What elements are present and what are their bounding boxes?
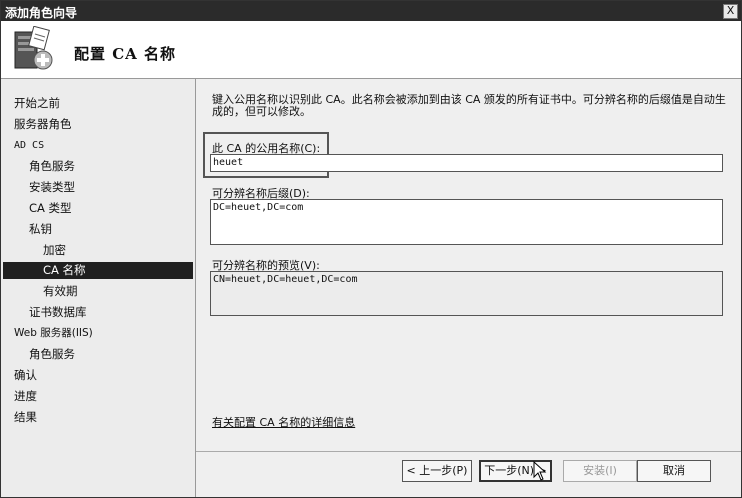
cancel-button[interactable]: 取消 (637, 460, 711, 482)
sidebar-item-role-services[interactable]: 角色服务 (29, 158, 75, 175)
sidebar-item-setup-type[interactable]: 安装类型 (29, 179, 75, 196)
sidebar-item-ca-type[interactable]: CA 类型 (29, 200, 72, 217)
add-roles-wizard-window: 添加角色向导 X 配置 CA 名称 开始之前 服务器角色 AD CS 角色服务 … (0, 0, 742, 498)
sidebar-item-progress[interactable]: 进度 (14, 388, 37, 405)
back-button[interactable]: < 上一步(P) (402, 460, 472, 482)
close-button[interactable]: X (723, 4, 738, 19)
ca-name-help-link[interactable]: 有关配置 CA 名称的详细信息 (212, 414, 355, 430)
sidebar-item-web-server-iis[interactable]: Web 服务器(IIS) (14, 325, 93, 342)
sidebar-item-iis-role-services[interactable]: 角色服务 (29, 346, 75, 363)
sidebar-item-private-key[interactable]: 私钥 (29, 221, 52, 238)
mouse-cursor-icon (533, 461, 547, 481)
title-bar[interactable]: 添加角色向导 X (1, 1, 741, 21)
sidebar-item-confirmation[interactable]: 确认 (14, 367, 37, 384)
page-title: 配置 CA 名称 (74, 45, 177, 63)
window-title: 添加角色向导 (5, 6, 78, 20)
sidebar-item-ad-cs[interactable]: AD CS (14, 137, 44, 154)
dn-preview-box: CN=heuet,DC=heuet,DC=com (210, 271, 723, 316)
sidebar-item-validity-period[interactable]: 有效期 (43, 283, 78, 300)
sidebar-item-server-roles[interactable]: 服务器角色 (14, 116, 72, 133)
server-certificate-icon (14, 26, 53, 70)
dn-suffix-textarea[interactable]: DC=heuet,DC=com (210, 199, 723, 245)
sidebar-item-certificate-database[interactable]: 证书数据库 (29, 304, 87, 321)
wizard-content: 键入公用名称以识别此 CA。此名称会被添加到由该 CA 颁发的所有证书中。可分辨… (196, 79, 741, 497)
sidebar-item-before-you-begin[interactable]: 开始之前 (14, 95, 60, 112)
wizard-steps-sidebar: 开始之前 服务器角色 AD CS 角色服务 安装类型 CA 类型 私钥 加密 C… (1, 79, 196, 497)
footer-divider (196, 451, 741, 452)
sidebar-item-ca-name[interactable]: CA 名称 (3, 262, 193, 279)
wizard-header: 配置 CA 名称 (1, 21, 741, 79)
instructions-text: 键入公用名称以识别此 CA。此名称会被添加到由该 CA 颁发的所有证书中。可分辨… (212, 93, 726, 118)
install-button[interactable]: 安装(I) (563, 460, 637, 482)
sidebar-item-cryptography[interactable]: 加密 (43, 242, 66, 259)
common-name-input[interactable]: heuet (210, 154, 723, 172)
sidebar-item-results[interactable]: 结果 (14, 409, 37, 426)
